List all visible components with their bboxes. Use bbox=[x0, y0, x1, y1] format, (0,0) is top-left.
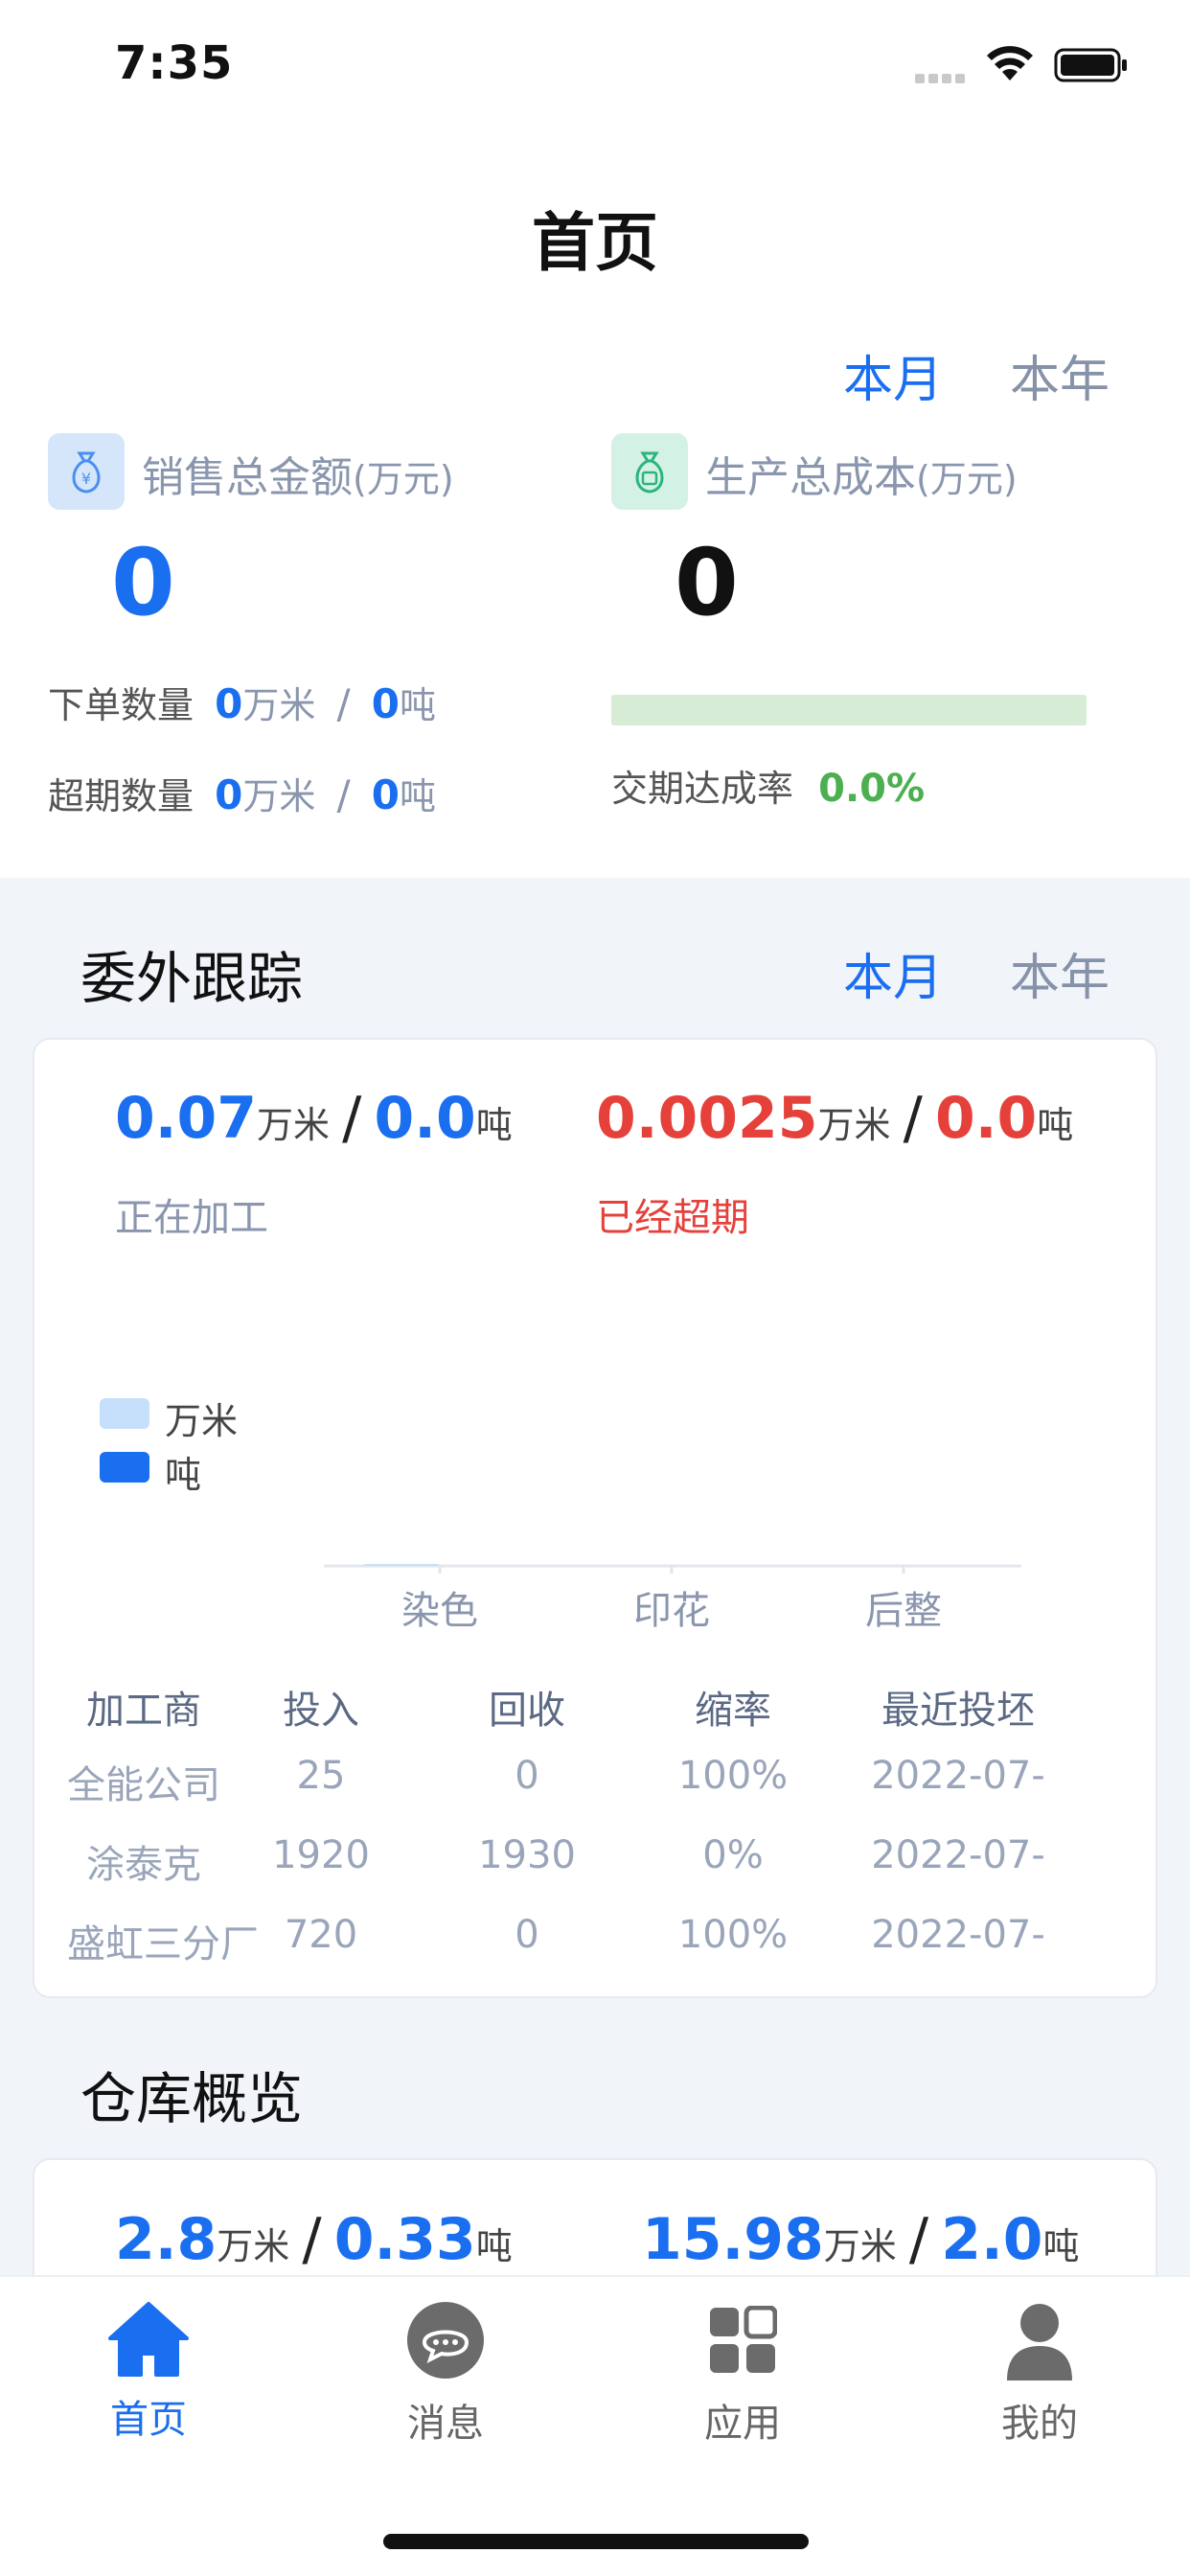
wifi-icon bbox=[985, 44, 1035, 82]
table-cell: 25 bbox=[296, 1754, 346, 1798]
table-cell: 盛虹三分厂 bbox=[67, 1922, 259, 1966]
supplier-table-header: 加工商 投入 回收 缩率 最近投坯 bbox=[67, 1679, 1111, 1733]
overdue-label: 已经超期 bbox=[596, 1196, 749, 1240]
nav-mine[interactable]: 我的 bbox=[944, 2300, 1135, 2453]
nav-apps[interactable]: 应用 bbox=[647, 2300, 838, 2453]
page-title: 首页 bbox=[532, 206, 658, 280]
chart-x-label: 后整 bbox=[865, 1589, 942, 1633]
legend-label-t: 吨 bbox=[165, 1454, 202, 1496]
delivery-rate-row: 交期达成率 0.0% bbox=[611, 767, 926, 811]
nav-home[interactable]: 首页 bbox=[53, 2300, 244, 2453]
home-indicator bbox=[383, 2534, 809, 2549]
message-icon bbox=[407, 2302, 484, 2379]
nav-mine-label: 我的 bbox=[1001, 2402, 1078, 2446]
table-cell: 0% bbox=[702, 1833, 764, 1877]
table-cell: 0 bbox=[515, 1754, 539, 1798]
table-row[interactable]: 盛虹三分厂 720 0 100% 2022-07- bbox=[67, 1913, 1111, 1970]
table-cell: 720 bbox=[284, 1913, 358, 1957]
table-cell: 1920 bbox=[272, 1833, 370, 1877]
table-row[interactable]: 全能公司 25 0 100% 2022-07- bbox=[67, 1754, 1111, 1811]
table-header-cell: 缩率 bbox=[695, 1689, 771, 1733]
table-header-cell: 投入 bbox=[283, 1689, 359, 1733]
cellular-signal-icon bbox=[915, 69, 971, 83]
table-cell: 100% bbox=[677, 1754, 789, 1798]
chart-x-label: 染色 bbox=[401, 1589, 478, 1633]
delivery-progress-bar bbox=[611, 695, 1087, 725]
warehouse-stat-b: 15.98万米 / 2.0吨 bbox=[642, 2206, 1080, 2273]
user-profile-icon bbox=[1007, 2304, 1072, 2380]
table-header-cell: 最近投坯 bbox=[881, 1689, 1035, 1733]
table-cell: 1930 bbox=[478, 1833, 576, 1877]
summary-panel bbox=[0, 0, 1190, 878]
table-cell: 全能公司 bbox=[67, 1763, 220, 1807]
cost-total-value: 0 bbox=[675, 529, 739, 636]
sales-total-value: 0 bbox=[111, 529, 175, 636]
battery-icon bbox=[1054, 48, 1129, 82]
table-cell: 2022-07- bbox=[871, 1913, 1045, 1957]
legend-label-m: 万米 bbox=[165, 1400, 239, 1442]
chart-x-label: 印花 bbox=[633, 1589, 710, 1633]
nav-home-label: 首页 bbox=[110, 2398, 187, 2442]
table-header-cell: 加工商 bbox=[86, 1689, 201, 1733]
cost-label: 生产总成本(万元) bbox=[705, 453, 1018, 502]
status-time: 7:35 bbox=[115, 36, 234, 90]
chart-x-axis-labels: 染色 印花 后整 bbox=[316, 1579, 1050, 1633]
overdue-stat: 0.0025万米 / 0.0吨 bbox=[596, 1085, 1074, 1152]
outsource-section-title: 委外跟踪 bbox=[80, 946, 304, 1011]
warehouse-section-title: 仓库概览 bbox=[80, 2066, 304, 2131]
chart-bar-万米 bbox=[363, 1563, 440, 1566]
table-cell: 涂泰克 bbox=[86, 1843, 201, 1887]
cost-bag-icon bbox=[611, 433, 688, 510]
table-cell: 0 bbox=[515, 1913, 539, 1957]
sales-label: 销售总金额(万元) bbox=[142, 453, 454, 502]
tab-year[interactable]: 本年 bbox=[1010, 339, 1110, 411]
money-bag-icon: ¥ bbox=[48, 433, 125, 510]
processing-label: 正在加工 bbox=[115, 1196, 268, 1240]
overdue-count-row: 超期数量 0万米 / 0吨 bbox=[48, 771, 436, 818]
table-row[interactable]: 涂泰克 1920 1930 0% 2022-07- bbox=[67, 1833, 1111, 1891]
legend-swatch-t bbox=[100, 1452, 149, 1483]
legend-swatch-m bbox=[100, 1398, 149, 1429]
outsource-tab-year[interactable]: 本年 bbox=[1010, 937, 1110, 1009]
tab-month[interactable]: 本月 bbox=[843, 339, 943, 411]
table-cell: 2022-07- bbox=[871, 1833, 1045, 1877]
svg-text:¥: ¥ bbox=[81, 470, 91, 488]
apps-grid-icon bbox=[710, 2306, 777, 2373]
table-cell: 2022-07- bbox=[871, 1754, 1045, 1798]
warehouse-stat-a: 2.8万米 / 0.33吨 bbox=[115, 2206, 513, 2273]
table-header-cell: 回收 bbox=[489, 1689, 565, 1733]
nav-messages-label: 消息 bbox=[407, 2402, 484, 2446]
processing-stat: 0.07万米 / 0.0吨 bbox=[115, 1085, 513, 1152]
order-count-row: 下单数量 0万米 / 0吨 bbox=[48, 680, 436, 727]
outsource-tab-month[interactable]: 本月 bbox=[843, 937, 943, 1009]
table-cell: 100% bbox=[677, 1913, 789, 1957]
nav-messages[interactable]: 消息 bbox=[350, 2300, 541, 2453]
supplier-table-body: 全能公司 25 0 100% 2022-07- 涂泰克 1920 1930 0% 2022-07-… bbox=[67, 1754, 1111, 1993]
home-icon bbox=[108, 2302, 189, 2377]
nav-apps-label: 应用 bbox=[704, 2402, 781, 2446]
